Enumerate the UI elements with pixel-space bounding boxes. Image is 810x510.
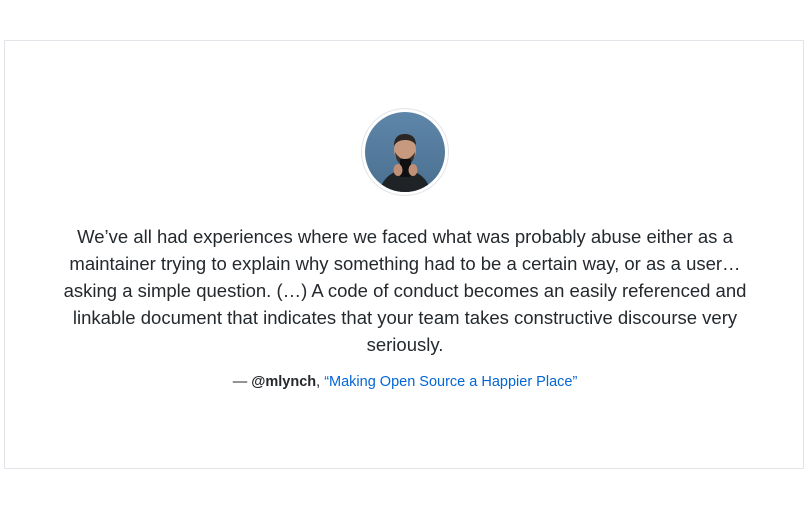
- testimonial-attribution: — @mlynch, “Making Open Source a Happier…: [5, 374, 805, 390]
- author-handle: @mlynch: [251, 374, 317, 390]
- author-avatar: [362, 109, 448, 195]
- source-article-link[interactable]: “Making Open Source a Happier Place”: [324, 374, 577, 390]
- testimonial-card: We’ve all had experiences where we faced…: [4, 40, 804, 469]
- avatar-photo-icon: [365, 112, 445, 192]
- attribution-dash: —: [232, 374, 252, 390]
- attribution-separator: ,: [316, 374, 325, 390]
- testimonial-quote: We’ve all had experiences where we faced…: [63, 226, 747, 355]
